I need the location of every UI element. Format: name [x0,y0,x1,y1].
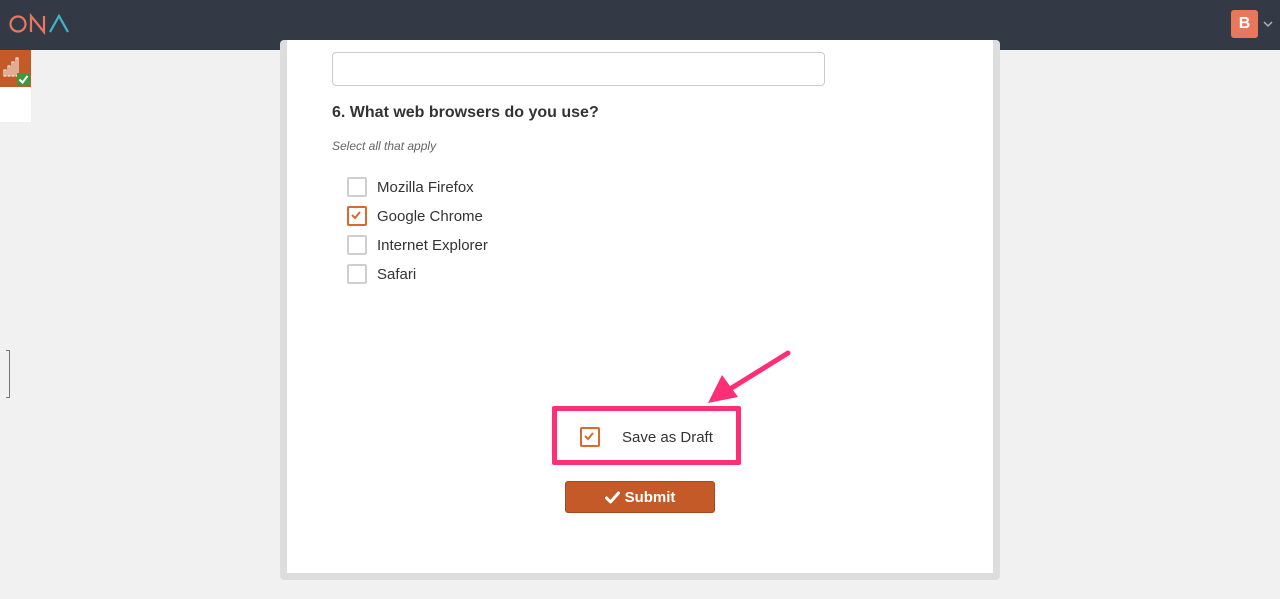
option-google-chrome[interactable]: Google Chrome [347,205,483,227]
checkbox[interactable] [347,264,367,284]
annotation-arrow [708,350,791,403]
checkbox[interactable] [347,235,367,255]
save-as-draft-option[interactable]: Save as Draft [580,426,713,448]
submit-label: Submit [624,488,676,506]
ona-logo[interactable] [8,13,70,35]
option-label: Safari [377,265,417,283]
save-as-draft-checkbox[interactable] [580,427,600,447]
check-icon [604,491,620,504]
chevron-down-icon[interactable] [1262,18,1274,30]
checkbox-checked[interactable] [347,206,367,226]
bar-chart-check-icon [3,57,30,86]
submit-button[interactable]: Submit [565,481,715,513]
forms-status-button[interactable] [0,50,31,87]
checkbox[interactable] [347,177,367,197]
option-label: Mozilla Firefox [377,178,474,196]
option-internet-explorer[interactable]: Internet Explorer [347,234,488,256]
question-hint: Select all that apply [332,139,437,153]
save-as-draft-label: Save as Draft [622,428,713,446]
side-panel [0,50,31,122]
option-label: Internet Explorer [377,236,488,254]
question-title: 6. What web browsers do you use? [332,104,599,121]
collapse-handle[interactable] [6,350,10,398]
option-label: Google Chrome [377,207,483,225]
previous-answer-input[interactable] [332,52,825,86]
option-safari[interactable]: Safari [347,263,416,285]
checkmark-icon [351,211,361,220]
user-avatar[interactable]: B [1231,10,1258,38]
option-mozilla-firefox[interactable]: Mozilla Firefox [347,176,474,198]
checkmark-icon [584,432,594,441]
